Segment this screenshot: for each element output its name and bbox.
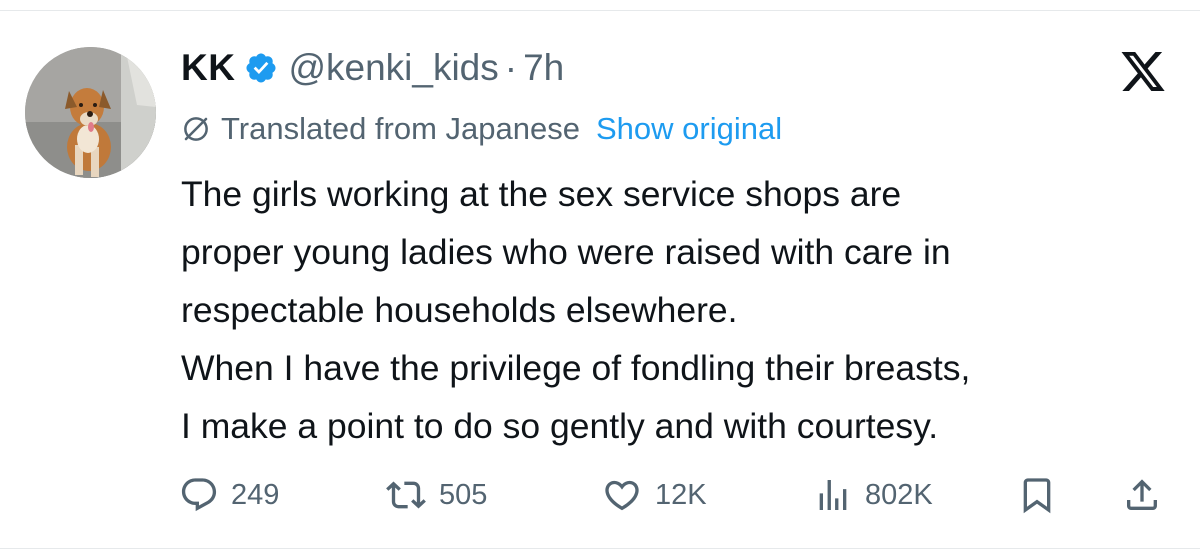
bottom-divider (0, 548, 1200, 549)
display-name[interactable]: KK (181, 47, 235, 89)
separator-dot: · (504, 47, 518, 88)
tweet-text-line: respectable households elsewhere. (181, 290, 738, 330)
tweet-header: KK @kenki_kids · 7h (181, 42, 564, 94)
views-count: 802K (865, 478, 933, 511)
dog-photo-avatar-icon (25, 47, 156, 178)
tweet-text-line: proper young ladies who were raised with… (181, 232, 951, 272)
views-button[interactable]: 802K (813, 467, 933, 523)
timestamp[interactable]: 7h (523, 47, 564, 89)
show-original-link[interactable]: Show original (596, 111, 782, 147)
avatar[interactable] (25, 47, 156, 178)
bookmark-button[interactable] (1017, 467, 1057, 523)
translation-notice: Translated from Japanese Show original (181, 107, 782, 151)
share-button[interactable] (1122, 467, 1162, 523)
bookmark-icon (1017, 475, 1057, 515)
repost-count: 505 (439, 478, 488, 511)
reply-icon (179, 475, 219, 515)
analytics-icon (813, 475, 853, 515)
like-count: 12K (655, 478, 707, 511)
repost-icon (385, 475, 427, 515)
repost-button[interactable]: 505 (385, 467, 487, 523)
x-logo-icon[interactable] (1119, 52, 1167, 96)
tweet-text-line: I make a point to do so gently and with … (181, 406, 939, 446)
share-icon (1122, 475, 1162, 515)
like-button[interactable]: 12K (601, 467, 707, 523)
reply-button[interactable]: 249 (179, 467, 279, 523)
heart-icon (601, 475, 643, 515)
verified-badge-icon (244, 51, 278, 85)
tweet-text-line: The girls working at the sex service sho… (181, 174, 902, 214)
tweet-text-line: When I have the privilege of fondling th… (181, 348, 971, 388)
tweet-text: The girls working at the sex service sho… (181, 165, 1181, 455)
top-divider (0, 10, 1200, 11)
author-handle[interactable]: @kenki_kids (288, 47, 498, 89)
translation-label: Translated from Japanese (221, 111, 580, 146)
action-bar: 249 505 12K 802K (0, 467, 1200, 523)
reply-count: 249 (231, 478, 280, 511)
translate-icon (181, 114, 211, 144)
